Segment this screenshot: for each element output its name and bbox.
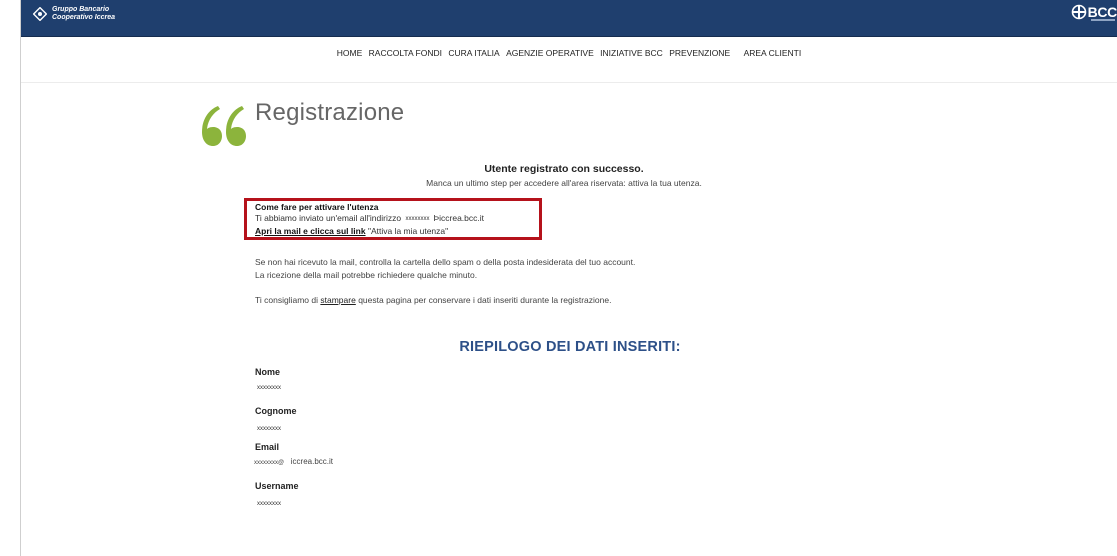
nome-value: xxxxxxxx (257, 385, 281, 391)
brand-logo-group[interactable]: Gruppo Bancario Cooperativo Iccrea (33, 6, 115, 21)
quote-marks-icon (202, 106, 246, 146)
success-subtitle: Manca un ultimo step per accedere all'ar… (426, 178, 702, 188)
nav-item-prevenzione[interactable]: PREVENZIONE (669, 48, 730, 58)
print-link[interactable]: stampare (320, 295, 355, 305)
nav-item-raccolta-fondi[interactable]: RACCOLTA FONDI (369, 48, 442, 58)
spam-note: Se non hai ricevuto la mail, controlla l… (255, 257, 636, 280)
print-tip: Ti consigliamo di stampare questa pagina… (255, 295, 612, 305)
nav-item-area-clienti[interactable]: AREA CLIENTI (744, 48, 802, 58)
email-label: Email (255, 442, 280, 452)
email-value: xxxxxxxx@ iccrea.bcc.it (254, 457, 333, 466)
page-title: Registrazione (255, 99, 405, 126)
username-label: Username (255, 481, 299, 491)
cognome-label: Cognome (255, 406, 297, 416)
bcc-cross-icon (1071, 4, 1086, 20)
bcc-tagline-mark (1091, 19, 1115, 21)
brand-name: Gruppo Bancario Cooperativo Iccrea (52, 6, 116, 21)
summary-heading: RIEPILOGO DEI DATI INSERITI: (459, 339, 681, 355)
nav-item-iniziative-bcc[interactable]: INIZIATIVE BCC (600, 48, 663, 58)
bcc-logo-group[interactable]: BCC (1071, 4, 1117, 20)
username-value: xxxxxxxx (257, 501, 281, 507)
highlight-box (244, 198, 542, 240)
nav-item-cura-italia[interactable]: CURA ITALIA (448, 48, 499, 58)
success-message: Utente registrato con successo. (484, 163, 644, 175)
nav-item-home[interactable]: HOME (337, 48, 363, 58)
nav-divider (21, 82, 1117, 83)
page-frame-edge (20, 0, 21, 556)
nav-item-agenzie-operative[interactable]: AGENZIE OPERATIVE (506, 48, 594, 58)
bcc-logo-text: BCC (1087, 4, 1117, 20)
cognome-value: xxxxxxxx (257, 426, 281, 432)
main-nav: HOME RACCOLTA FONDI CURA ITALIA AGENZIE … (21, 48, 1117, 58)
nome-label: Nome (255, 367, 281, 377)
top-bar: Gruppo Bancario Cooperativo Iccrea BCC (21, 0, 1117, 37)
iccrea-diamond-icon (33, 6, 47, 21)
